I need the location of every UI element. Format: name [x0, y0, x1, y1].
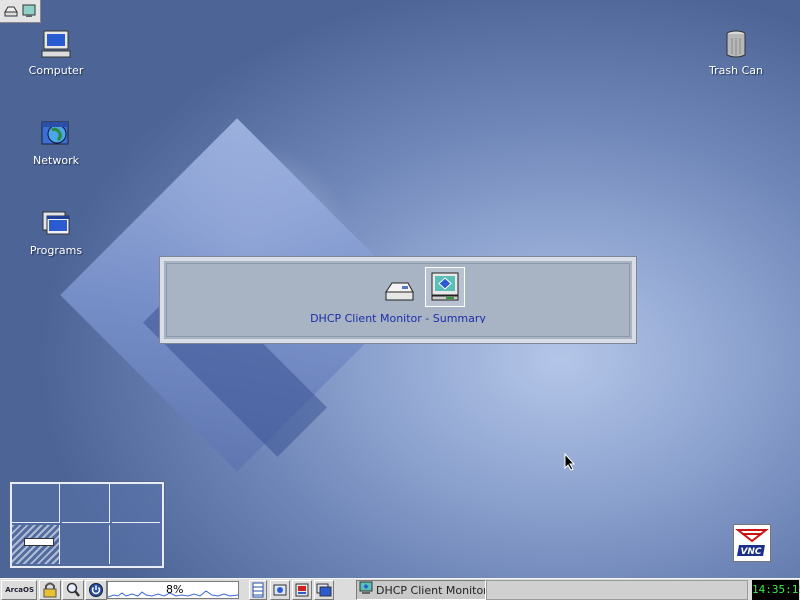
- monitor-small-icon[interactable]: [21, 3, 37, 19]
- pager-desktop-5[interactable]: [62, 525, 110, 564]
- virtual-desktop-pager[interactable]: [9, 481, 165, 569]
- desktop-icon-label: Programs: [29, 244, 83, 257]
- desktop[interactable]: Computer Network Programs Trash Can DHCP…: [0, 0, 800, 600]
- desktop-icon-label: Network: [33, 154, 79, 167]
- desktop-icon-trash-can[interactable]: Trash Can: [701, 28, 771, 77]
- trash-can-icon: [720, 28, 752, 60]
- drive-icon[interactable]: [383, 274, 415, 306]
- search-icon: [63, 582, 83, 600]
- launch-system-button[interactable]: [292, 580, 312, 600]
- lock-icon: [40, 582, 60, 600]
- lock-screen-button[interactable]: [39, 580, 61, 600]
- task-list-empty-area[interactable]: [486, 580, 748, 600]
- cpu-load-meter[interactable]: 8%: [107, 581, 239, 599]
- top-mini-toolbar: [0, 0, 41, 23]
- shutdown-button[interactable]: [85, 580, 107, 600]
- vnc-icon[interactable]: VNC: [733, 524, 771, 562]
- monitor-small-icon: [359, 581, 373, 599]
- launch-programs-button[interactable]: [314, 580, 334, 600]
- list-icon: [250, 582, 266, 600]
- drive-small-icon[interactable]: [3, 3, 19, 19]
- pager-window-thumbnail[interactable]: [24, 538, 54, 546]
- pager-desktop-2[interactable]: [62, 484, 110, 523]
- switch-list-selected-title: DHCP Client Monitor - Summary: [310, 312, 486, 323]
- desktop-icon-network[interactable]: Network: [21, 118, 91, 167]
- desktop-icon-label: Computer: [28, 64, 84, 77]
- programs-folder-icon: [40, 208, 72, 240]
- monitor-app-icon[interactable]: [425, 267, 465, 307]
- launch-drives-button[interactable]: [270, 580, 290, 600]
- mouse-pointer-icon: [564, 452, 576, 471]
- pager-desktop-6[interactable]: [112, 525, 160, 564]
- desktop-icon-programs[interactable]: Programs: [21, 208, 91, 257]
- taskbar: ArcaOS 8% DHCP Client Monitor 14:35:15: [0, 578, 800, 600]
- desktop-icon-label: Trash Can: [709, 64, 763, 77]
- task-button-dhcp-monitor[interactable]: DHCP Client Monitor - Su: [356, 580, 486, 600]
- network-globe-icon: [40, 118, 72, 150]
- power-icon: [86, 583, 106, 600]
- drives-icon: [271, 584, 289, 600]
- cpu-load-value: 8%: [166, 583, 184, 596]
- desktop-icon-computer[interactable]: Computer: [21, 28, 91, 77]
- window-switch-list: DHCP Client Monitor - Summary: [159, 256, 637, 344]
- svg-text:VNC: VNC: [740, 547, 761, 557]
- task-button-label: DHCP Client Monitor - Su: [376, 584, 486, 597]
- computer-icon: [40, 28, 72, 60]
- start-menu-button[interactable]: ArcaOS: [1, 580, 37, 600]
- clock[interactable]: 14:35:15: [752, 580, 800, 600]
- system-setup-icon: [293, 583, 311, 600]
- search-button[interactable]: [62, 580, 84, 600]
- pager-desktop-3[interactable]: [112, 484, 160, 523]
- pager-desktop-1[interactable]: [12, 484, 60, 523]
- programs-icon: [315, 583, 333, 600]
- start-menu-label: ArcaOS: [5, 586, 34, 594]
- window-list-button[interactable]: [249, 580, 267, 600]
